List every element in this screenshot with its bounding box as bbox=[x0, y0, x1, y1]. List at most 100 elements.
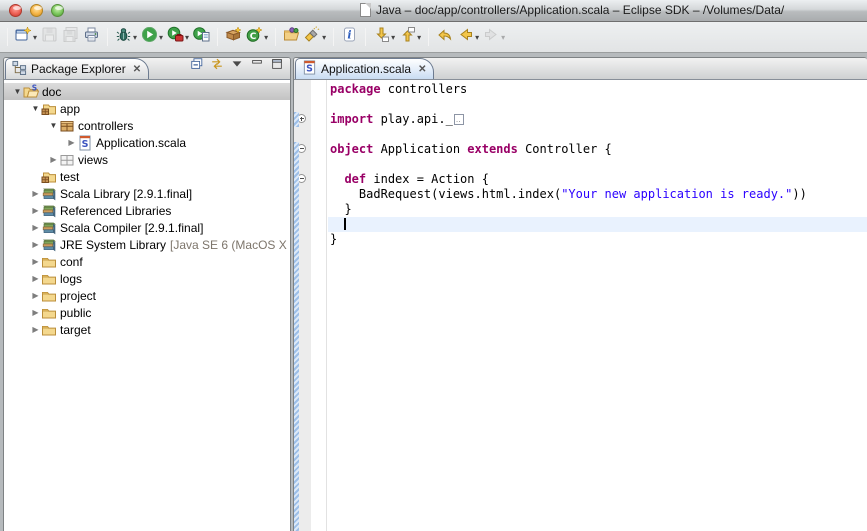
forward-button: ▾ bbox=[481, 25, 507, 49]
tree-item-label: Scala Compiler [2.9.1.final] bbox=[60, 221, 203, 235]
run-history-button[interactable] bbox=[191, 25, 212, 49]
search-button[interactable]: ▾ bbox=[302, 25, 328, 49]
expand-arrow-icon[interactable]: ▶ bbox=[30, 240, 41, 249]
link-with-editor-button[interactable] bbox=[210, 57, 224, 76]
previous-annotation-button[interactable]: ▾ bbox=[397, 25, 423, 49]
main-toolbar: ▾▾▾▾C▾▾i▾▾▾▾ bbox=[0, 22, 867, 53]
code-editor[interactable]: package controllers import play.api._obje… bbox=[294, 80, 867, 531]
code-line[interactable] bbox=[328, 127, 867, 142]
dropdown-arrow-icon[interactable]: ▾ bbox=[185, 33, 189, 42]
tree-item-public[interactable]: ▶public bbox=[4, 304, 290, 321]
code-token: def bbox=[344, 172, 366, 186]
tree-item-jre-system-library[interactable]: ▶JRE System Library[Java SE 6 (MacOS X D… bbox=[4, 236, 290, 253]
open-resource-button[interactable] bbox=[281, 25, 302, 49]
editor-fold-margin[interactable] bbox=[311, 80, 327, 531]
next-annotation-button[interactable]: ▾ bbox=[371, 25, 397, 49]
collapse-all-button[interactable] bbox=[190, 57, 204, 76]
run-external-tools-button[interactable]: ▾ bbox=[165, 25, 191, 49]
dropdown-arrow-icon[interactable]: ▾ bbox=[264, 33, 268, 42]
dropdown-arrow-icon[interactable]: ▾ bbox=[501, 33, 505, 42]
code-line[interactable] bbox=[328, 157, 867, 172]
print-button[interactable] bbox=[81, 25, 102, 49]
expand-arrow-icon[interactable]: ▶ bbox=[30, 325, 41, 334]
next-annotation-icon bbox=[373, 26, 390, 48]
explorer-tab-row: Package Explorer ✕ bbox=[4, 58, 290, 80]
close-icon[interactable]: ✕ bbox=[418, 64, 426, 75]
dropdown-arrow-icon[interactable]: ▾ bbox=[133, 33, 137, 42]
dropdown-arrow-icon[interactable]: ▾ bbox=[391, 33, 395, 42]
code-line[interactable]: } bbox=[328, 232, 867, 247]
info-button[interactable]: i bbox=[339, 25, 360, 49]
expand-arrow-icon[interactable]: ▶ bbox=[30, 206, 41, 215]
expand-arrow-icon[interactable]: ▶ bbox=[66, 138, 77, 147]
tree-item-application-scala[interactable]: ▶SApplication.scala bbox=[4, 134, 290, 151]
close-icon[interactable]: ✕ bbox=[133, 64, 141, 75]
new-wizard-button[interactable]: ▾ bbox=[13, 25, 39, 49]
tree-item-controllers[interactable]: ▼controllers bbox=[4, 117, 290, 134]
tree-item-doc[interactable]: ▼Sdoc bbox=[4, 83, 290, 100]
close-window-button[interactable] bbox=[9, 4, 22, 17]
expand-arrow-icon[interactable]: ▶ bbox=[30, 257, 41, 266]
code-line[interactable]: object Application extends Controller { bbox=[328, 142, 867, 157]
zoom-window-button[interactable] bbox=[51, 4, 64, 17]
expand-arrow-icon[interactable]: ▶ bbox=[48, 155, 59, 164]
tree-item-test[interactable]: test bbox=[4, 168, 290, 185]
expand-arrow-icon[interactable]: ▶ bbox=[30, 274, 41, 283]
tree-item-app[interactable]: ▼app bbox=[4, 100, 290, 117]
collapse-arrow-icon[interactable]: ▼ bbox=[30, 104, 41, 113]
debug-button[interactable]: ▾ bbox=[113, 25, 139, 49]
code-line[interactable]: BadRequest(views.html.index("Your new ap… bbox=[328, 187, 867, 202]
titlebar[interactable]: Java – doc/app/controllers/Application.s… bbox=[0, 0, 867, 22]
collapse-arrow-icon[interactable]: ▼ bbox=[12, 87, 23, 96]
minimize-window-button[interactable] bbox=[30, 4, 43, 17]
view-menu-button[interactable] bbox=[230, 57, 244, 76]
tree-item-logs[interactable]: ▶logs bbox=[4, 270, 290, 287]
tree-item-decoration: [Java SE 6 (MacOS X Def bbox=[170, 238, 290, 252]
collapse-arrow-icon[interactable]: ▼ bbox=[48, 121, 59, 130]
scala-file-icon: S bbox=[77, 135, 93, 151]
tree-item-views[interactable]: ▶ views bbox=[4, 151, 290, 168]
tree-item-referenced-libraries[interactable]: ▶Referenced Libraries bbox=[4, 202, 290, 219]
minimize-button[interactable] bbox=[250, 57, 264, 76]
tree-item-scala-compiler-2-9-1-final[interactable]: ▶ Scala Compiler [2.9.1.final] bbox=[4, 219, 290, 236]
tree-item-scala-library-2-9-1-final[interactable]: ▶Scala Library [2.9.1.final] bbox=[4, 185, 290, 202]
last-edit-location-button[interactable] bbox=[434, 25, 455, 49]
new-class-button[interactable]: C▾ bbox=[244, 25, 270, 49]
collapsed-code-icon[interactable] bbox=[454, 114, 464, 125]
tree-item-conf[interactable]: ▶conf bbox=[4, 253, 290, 270]
code-token: index = Action { bbox=[366, 172, 489, 186]
dropdown-arrow-icon[interactable]: ▾ bbox=[475, 33, 479, 42]
tree-item-label: views bbox=[78, 153, 108, 167]
tab-package-explorer[interactable]: Package Explorer ✕ bbox=[5, 58, 149, 79]
tree-item-label: test bbox=[60, 170, 79, 184]
new-package-button[interactable] bbox=[223, 25, 244, 49]
dropdown-arrow-icon[interactable]: ▾ bbox=[322, 33, 326, 42]
expand-arrow-icon[interactable]: ▶ bbox=[30, 189, 41, 198]
maximize-button[interactable] bbox=[270, 57, 284, 76]
folder-icon bbox=[41, 288, 57, 304]
back-button[interactable]: ▾ bbox=[455, 25, 481, 49]
svg-text:S: S bbox=[32, 84, 37, 93]
dropdown-arrow-icon[interactable]: ▾ bbox=[159, 33, 163, 42]
expand-arrow-icon[interactable]: ▶ bbox=[30, 308, 41, 317]
expand-arrow-icon[interactable]: ▶ bbox=[30, 223, 41, 232]
code-line[interactable] bbox=[328, 97, 867, 112]
code-line[interactable]: package controllers bbox=[328, 82, 867, 97]
code-area[interactable]: package controllers import play.api._obje… bbox=[328, 82, 867, 247]
tree-item-target[interactable]: ▶target bbox=[4, 321, 290, 338]
code-line[interactable]: def index = Action { bbox=[328, 172, 867, 187]
code-line[interactable]: import play.api._ bbox=[328, 112, 867, 127]
dropdown-arrow-icon[interactable]: ▾ bbox=[33, 33, 37, 42]
dropdown-arrow-icon[interactable]: ▾ bbox=[417, 33, 421, 42]
open-resource-icon bbox=[283, 26, 300, 48]
code-line[interactable]: } bbox=[328, 202, 867, 217]
code-token: } bbox=[330, 202, 352, 216]
code-token: } bbox=[330, 232, 337, 246]
tab-application-scala[interactable]: S Application.scala ✕ bbox=[295, 58, 434, 79]
run-button[interactable]: ▾ bbox=[139, 25, 165, 49]
code-token bbox=[330, 172, 344, 186]
tree-item-project[interactable]: ▶project bbox=[4, 287, 290, 304]
code-token: import bbox=[330, 112, 373, 126]
code-line-current[interactable] bbox=[328, 217, 867, 232]
expand-arrow-icon[interactable]: ▶ bbox=[30, 291, 41, 300]
